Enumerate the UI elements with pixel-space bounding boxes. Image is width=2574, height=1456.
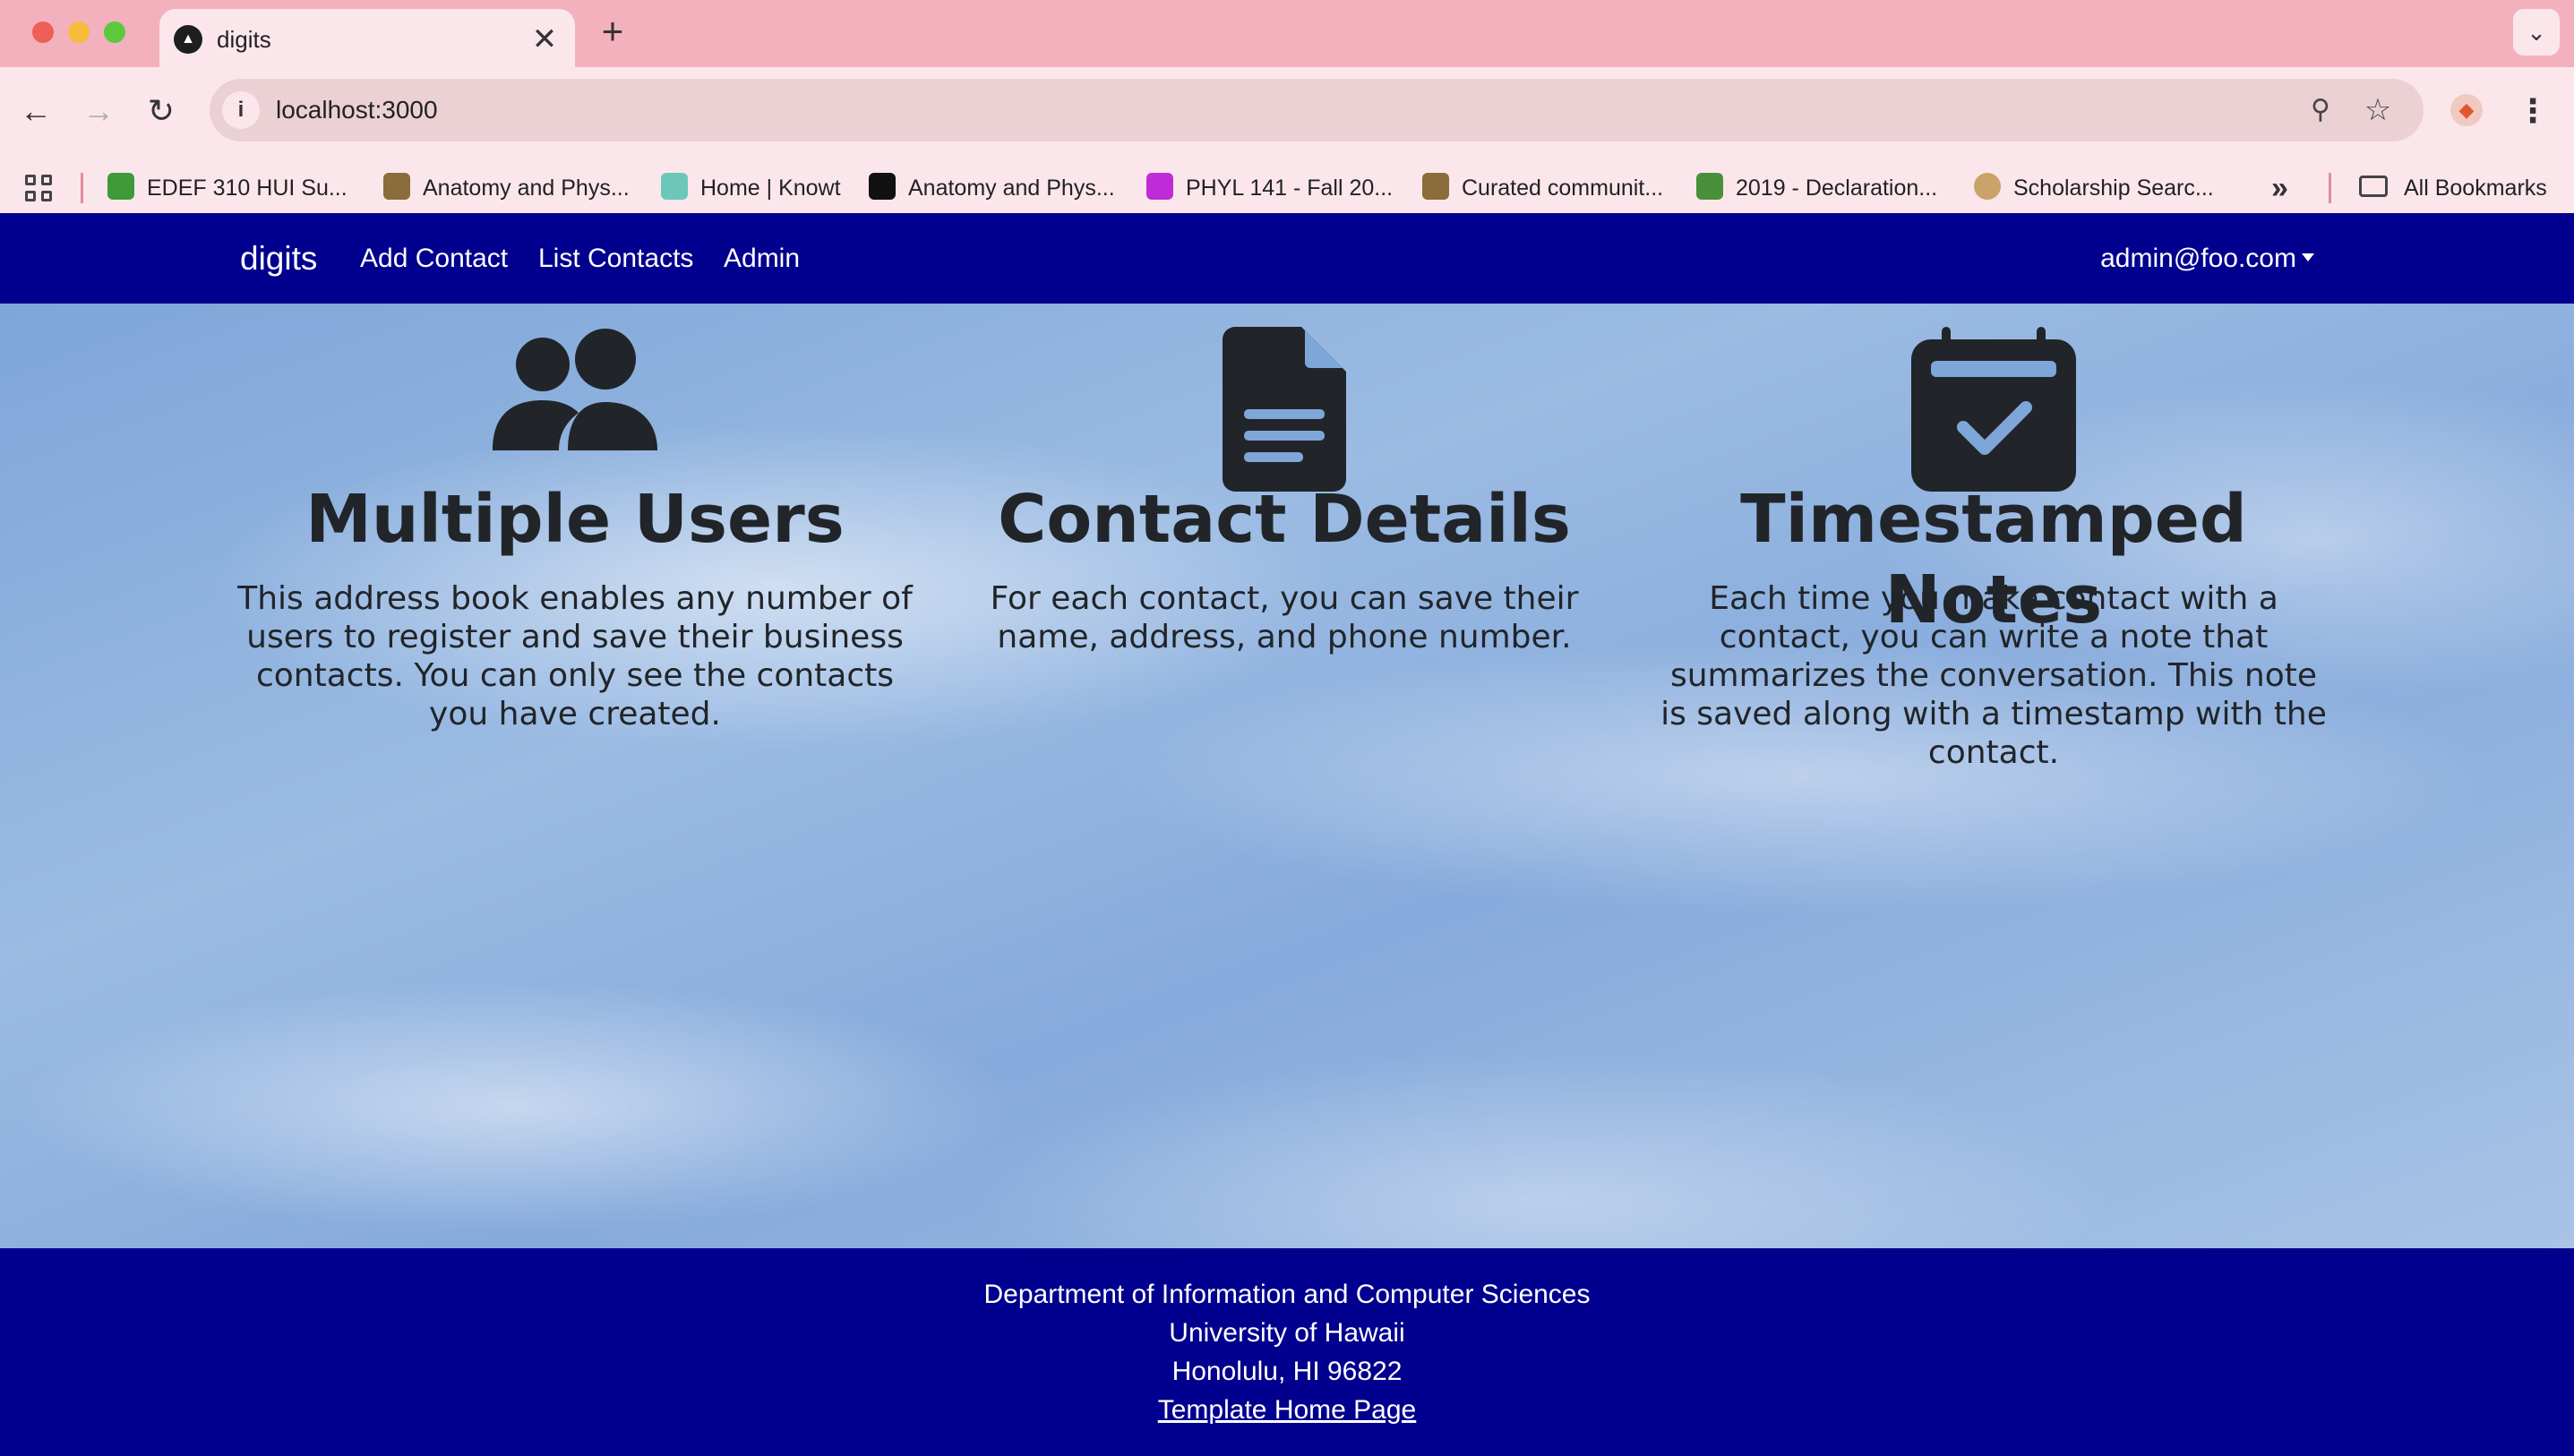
favicon-icon: ▲ bbox=[174, 25, 202, 54]
books-icon bbox=[383, 173, 410, 201]
bookmark-item[interactable]: EDEF 310 HUI Su... bbox=[107, 157, 347, 219]
maximize-window-button[interactable] bbox=[104, 21, 125, 43]
zoom-icon[interactable]: ⚲ bbox=[2302, 91, 2339, 129]
leaf-icon bbox=[107, 173, 134, 201]
footer-department: Department of Information and Computer S… bbox=[983, 1280, 1591, 1309]
users-icon bbox=[493, 329, 657, 450]
nav-add-contact[interactable]: Add Contact bbox=[360, 213, 508, 304]
bookmark-item[interactable]: PHYL 141 - Fall 20... bbox=[1146, 157, 1393, 219]
page-footer: Department of Information and Computer S… bbox=[0, 1248, 2574, 1456]
new-tab-button[interactable]: + bbox=[593, 13, 632, 52]
calendar-check-icon bbox=[1911, 327, 2076, 492]
seal-icon bbox=[1974, 173, 2001, 201]
nav-admin[interactable]: Admin bbox=[724, 213, 800, 304]
books-icon bbox=[1422, 173, 1449, 201]
landing-hero: Multiple Users This address book enables… bbox=[0, 304, 2574, 1248]
bookmark-item[interactable]: Curated communit... bbox=[1422, 157, 1663, 219]
feature-title: Multiple Users bbox=[305, 481, 845, 558]
feature-title: Contact Details bbox=[998, 481, 1571, 558]
close-window-button[interactable] bbox=[32, 21, 54, 43]
square-logo-icon bbox=[869, 173, 896, 201]
tab-close-button[interactable]: ✕ bbox=[527, 20, 562, 59]
tab-search-chevron-icon[interactable]: ⌄ bbox=[2513, 9, 2560, 56]
natsci-icon bbox=[1696, 173, 1723, 201]
brand-link[interactable]: digits bbox=[240, 213, 317, 304]
browser-tab[interactable]: ▲ digits ✕ bbox=[159, 9, 575, 67]
bookmarks-bar: EDEF 310 HUI Su... Anatomy and Phys... H… bbox=[0, 157, 2574, 219]
forward-button[interactable]: → bbox=[75, 88, 122, 134]
site-info-icon[interactable]: i bbox=[222, 91, 260, 129]
bookmark-item[interactable]: Anatomy and Phys... bbox=[383, 157, 630, 219]
knowt-icon bbox=[661, 173, 688, 201]
address-url[interactable]: localhost:3000 bbox=[276, 79, 438, 141]
all-bookmarks-button[interactable]: All Bookmarks bbox=[2359, 157, 2547, 219]
tab-title: digits bbox=[217, 26, 271, 53]
more-bookmarks-button[interactable]: » bbox=[2271, 157, 2288, 219]
user-dropdown[interactable]: admin@foo.com bbox=[2100, 213, 2314, 304]
web-page: digits Add Contact List Contacts Admin a… bbox=[0, 213, 2574, 1456]
bookmark-item[interactable]: Scholarship Searc... bbox=[1974, 157, 2214, 219]
bookmark-item[interactable]: 2019 - Declaration... bbox=[1696, 157, 1937, 219]
feature-description: Each time you make contact with a contac… bbox=[1660, 580, 2327, 771]
bookmark-separator bbox=[2329, 173, 2331, 203]
feature-description: For each contact, you can save their nam… bbox=[990, 580, 1579, 655]
app-navbar: digits Add Contact List Contacts Admin a… bbox=[0, 213, 2574, 304]
browser-tab-strip: ▲ digits ✕ + ⌄ bbox=[0, 0, 2574, 67]
extension-icon[interactable]: ◆ bbox=[2450, 94, 2483, 126]
address-bar[interactable]: i localhost:3000 ⚲ ☆ bbox=[210, 79, 2424, 141]
bookmark-item[interactable]: Anatomy and Phys... bbox=[869, 157, 1115, 219]
template-home-link[interactable]: Template Home Page bbox=[0, 1391, 2574, 1429]
browser-menu-icon[interactable]: ⋮ bbox=[2515, 89, 2551, 133]
bookmark-star-icon[interactable]: ☆ bbox=[2359, 91, 2397, 129]
minimize-window-button[interactable] bbox=[68, 21, 90, 43]
nav-list-contacts[interactable]: List Contacts bbox=[538, 213, 693, 304]
footer-address: Honolulu, HI 96822 bbox=[1171, 1357, 1403, 1386]
file-text-icon bbox=[1223, 327, 1346, 492]
t-logo-icon bbox=[1146, 173, 1173, 201]
browser-toolbar: ← → ↻ i localhost:3000 ⚲ ☆ ◆ ⋮ EDEF 310 … bbox=[0, 67, 2574, 219]
folder-icon bbox=[2359, 176, 2388, 198]
back-button[interactable]: ← bbox=[13, 88, 59, 134]
footer-university: University of Hawaii bbox=[1169, 1318, 1405, 1348]
apps-grid-icon[interactable] bbox=[25, 175, 56, 205]
reload-button[interactable]: ↻ bbox=[138, 88, 184, 134]
bookmark-item[interactable]: Home | Knowt bbox=[661, 157, 841, 219]
caret-down-icon bbox=[2302, 253, 2314, 261]
bookmark-separator bbox=[81, 173, 83, 203]
feature-description: This address book enables any number of … bbox=[237, 580, 913, 732]
